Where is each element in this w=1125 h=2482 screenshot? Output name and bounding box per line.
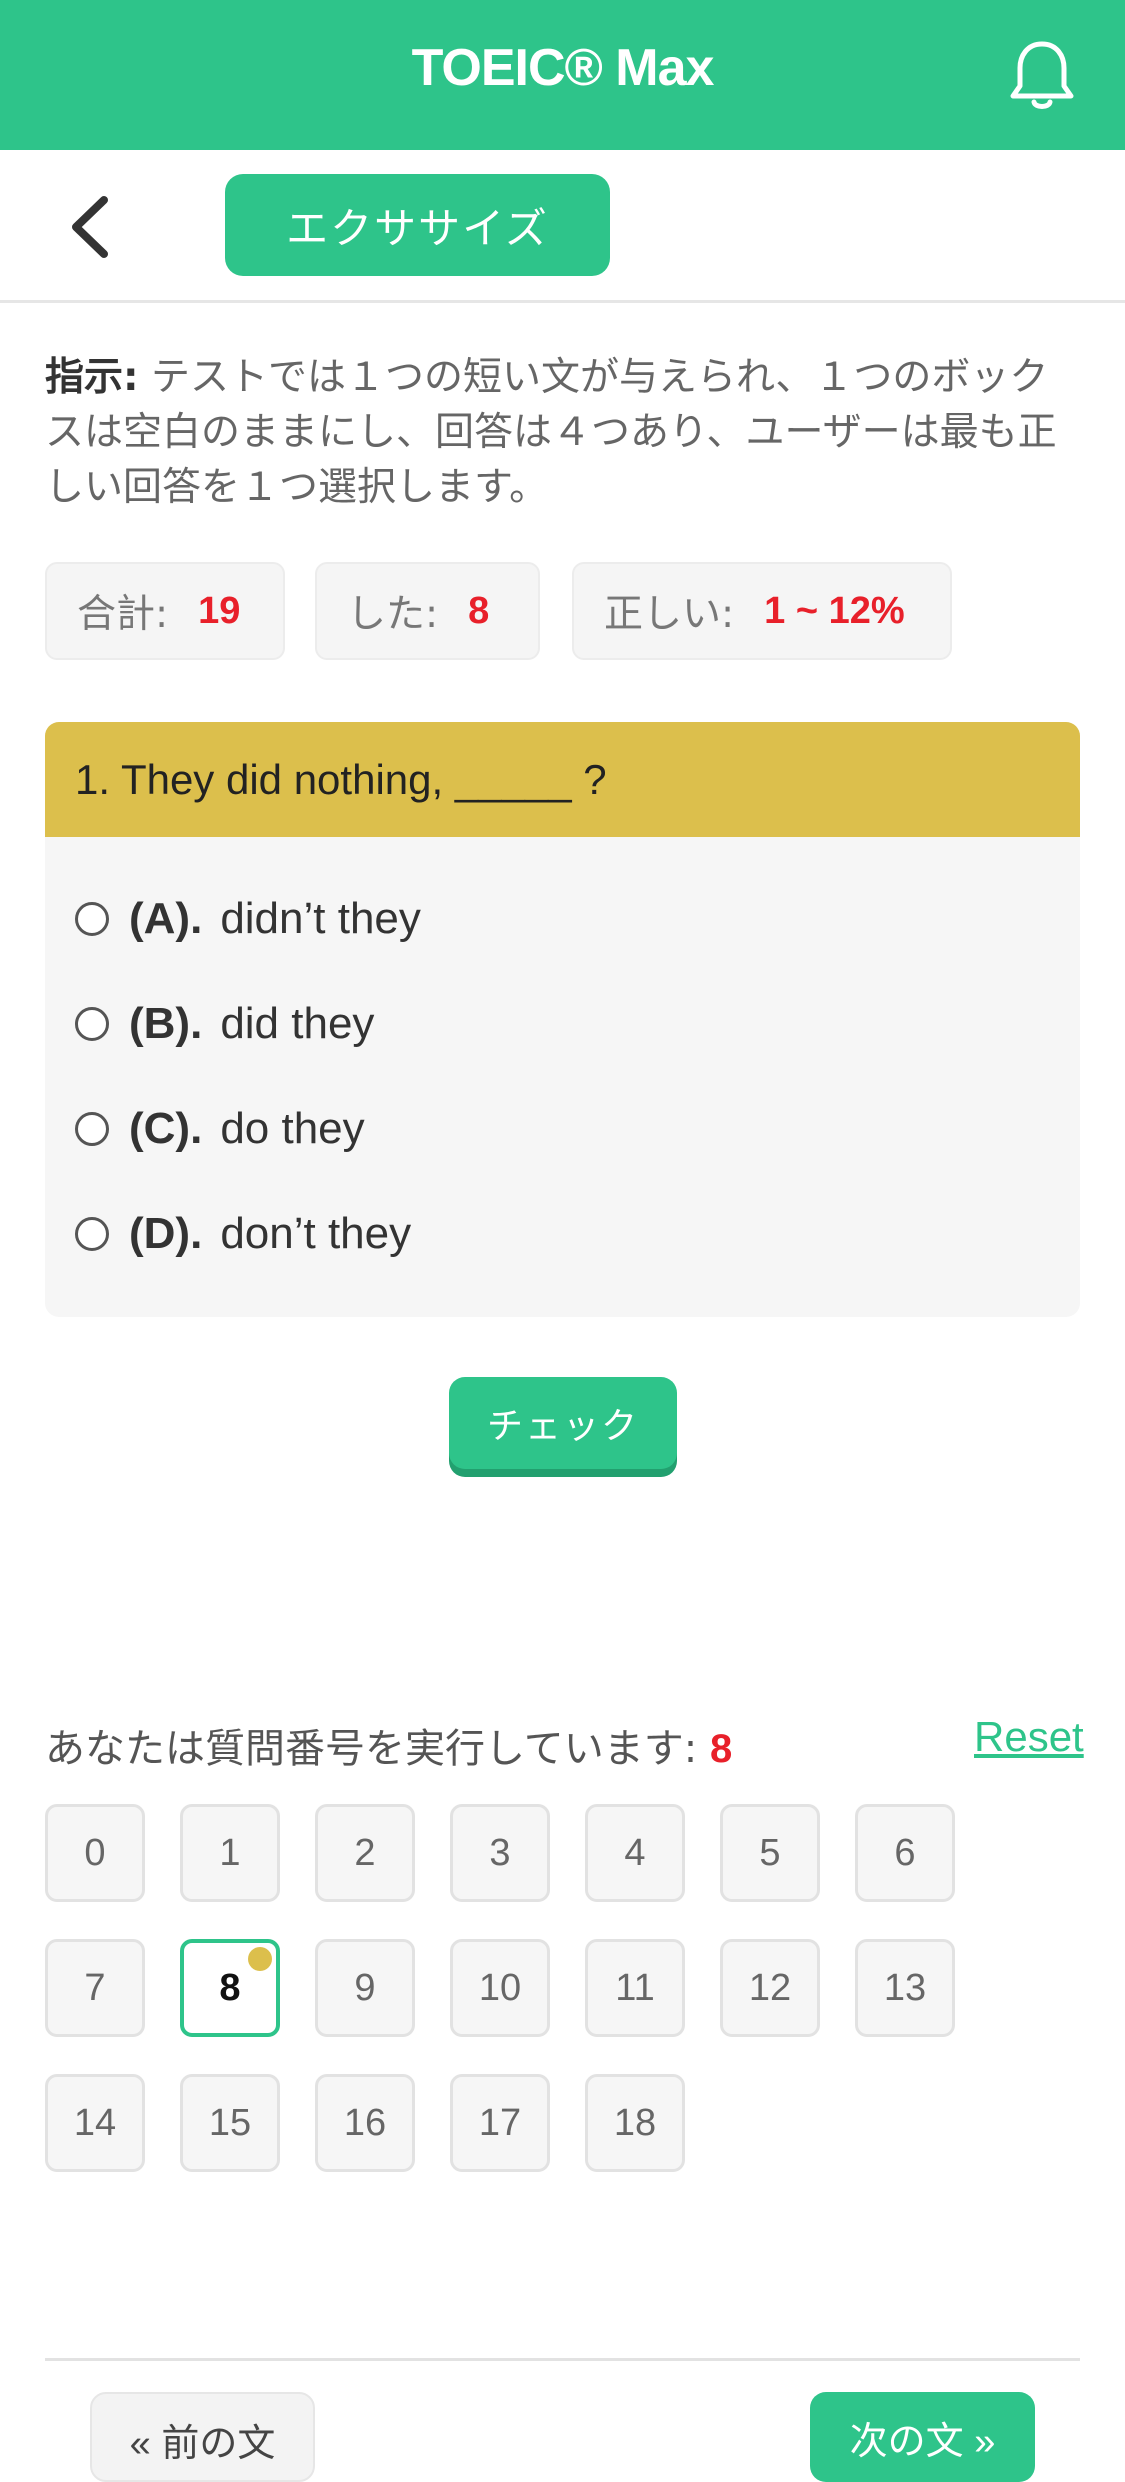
option-text: did they [220,999,375,1048]
stat-done: した: 8 [315,562,540,660]
option-text: don’t they [220,1209,412,1258]
radio-d[interactable] [75,1217,109,1251]
stat-total-label: 合計: [77,592,169,637]
question-number-1[interactable]: 1 [180,1804,280,1902]
question-number-11[interactable]: 11 [585,1939,685,2037]
option-d[interactable]: (D). don’t they [75,1199,411,1269]
question-number-14[interactable]: 14 [45,2074,145,2172]
question-number-5[interactable]: 5 [720,1804,820,1902]
exercise-mode-button[interactable]: エクササイズ [225,174,610,276]
chevron-left-icon[interactable] [62,192,122,262]
sub-header: エクササイズ [0,150,1125,303]
question-number-13[interactable]: 13 [855,1939,955,2037]
stat-correct: 正しい: 1 ~ 12% [572,562,952,660]
progress-label: あなたは質問番号を実行しています: 8 [45,1716,732,1774]
option-text: do they [220,1104,365,1153]
stat-total-value: 19 [198,589,241,632]
question-number-8[interactable]: 8 [180,1939,280,2037]
option-key: (D). [129,1209,203,1258]
question-number-15[interactable]: 15 [180,2074,280,2172]
question-number-0[interactable]: 0 [45,1804,145,1902]
app-title: TOEIC® Max [411,39,715,97]
option-key: (A). [129,894,203,943]
option-key: (C). [129,1104,203,1153]
question-number-18[interactable]: 18 [585,2074,685,2172]
stat-correct-value: 1 ~ 12% [764,589,905,632]
question-number-12[interactable]: 12 [720,1939,820,2037]
question-number-7[interactable]: 7 [45,1939,145,2037]
question-text: 1. They did nothing, _____ ? [45,722,1080,837]
current-question-number: 8 [710,1727,733,1771]
question-number-17[interactable]: 17 [450,2074,550,2172]
top-bar: TOEIC® Max [0,0,1125,150]
question-number-4[interactable]: 4 [585,1804,685,1902]
reset-link[interactable]: Reset [974,1713,1084,1761]
radio-c[interactable] [75,1112,109,1146]
option-text: didn’t they [220,894,421,943]
bell-icon[interactable] [1007,38,1077,114]
radio-a[interactable] [75,902,109,936]
option-key: (B). [129,999,203,1048]
next-sentence-button[interactable]: 次の文 » [810,2392,1035,2482]
instruction-text: 指示: テストでは１つの短い文が与えられ、１つのボックスは空白のままにし、回答は… [45,350,1085,515]
stat-done-label: した: [347,592,439,637]
current-indicator-dot [248,1947,272,1971]
check-button[interactable]: チェック [449,1377,677,1469]
question-number-6[interactable]: 6 [855,1804,955,1902]
radio-b[interactable] [75,1007,109,1041]
question-number-8-label: 8 [219,1966,241,2009]
question-number-10[interactable]: 10 [450,1939,550,2037]
bottom-divider [45,2358,1080,2361]
previous-sentence-button[interactable]: « 前の文 [90,2392,315,2482]
question-number-3[interactable]: 3 [450,1804,550,1902]
question-card: 1. They did nothing, _____ ? (A). didn’t… [45,722,1080,1317]
instruction-body: テストでは１つの短い文が与えられ、１つのボックスは空白のままにし、回答は４つあり… [45,355,1057,510]
instruction-label: 指示: [45,355,139,400]
option-a[interactable]: (A). didn’t they [75,884,421,954]
stat-correct-label: 正しい: [604,592,735,637]
option-b[interactable]: (B). did they [75,989,374,1059]
stat-done-value: 8 [468,589,490,632]
progress-text: あなたは質問番号を実行しています: [45,1726,698,1772]
stat-total: 合計: 19 [45,562,285,660]
question-number-2[interactable]: 2 [315,1804,415,1902]
question-number-9[interactable]: 9 [315,1939,415,2037]
option-c[interactable]: (C). do they [75,1094,365,1164]
question-number-16[interactable]: 16 [315,2074,415,2172]
